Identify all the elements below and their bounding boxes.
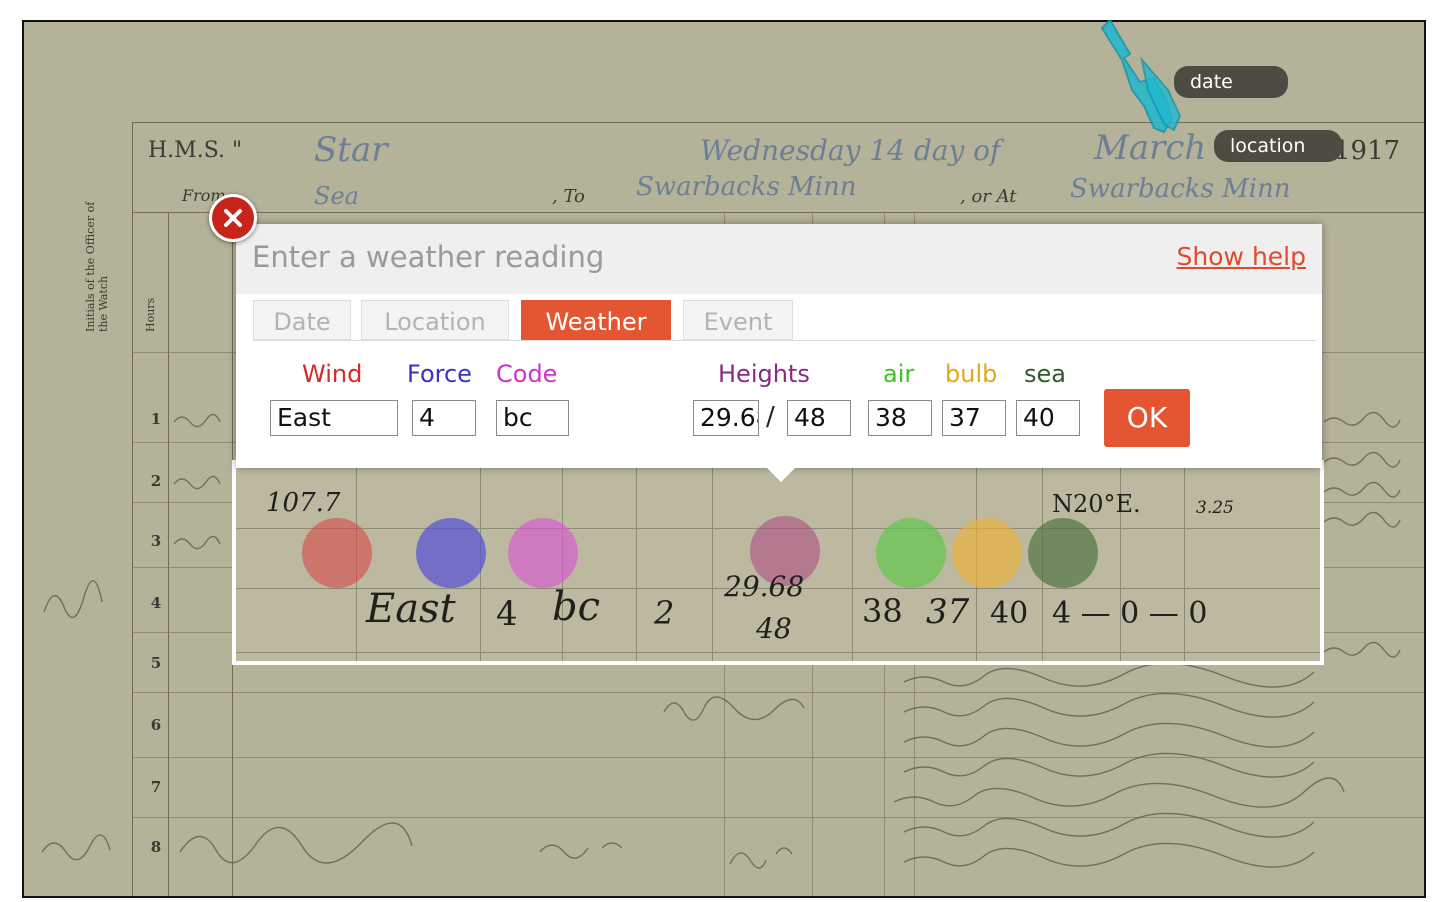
dialog-header: Enter a weather reading Show help	[236, 224, 1322, 294]
tab-date[interactable]: Date	[253, 300, 351, 340]
strip-value: 48	[756, 612, 792, 645]
ok-button[interactable]: OK	[1104, 389, 1190, 447]
strip-value: 4 — 0 — 0	[1052, 596, 1208, 631]
bulb-input[interactable]: 37	[942, 400, 1006, 436]
sea-marker	[1028, 518, 1098, 588]
close-button[interactable]	[209, 194, 257, 242]
zoomed-log-row: 107.7 N20°E. 3.25 East 4 bc 2 29.68 48 3…	[232, 460, 1324, 665]
strip-value: 107.7	[266, 488, 341, 518]
force-label: Force	[407, 360, 472, 388]
force-marker	[416, 518, 486, 588]
tab-location[interactable]: Location	[361, 300, 509, 340]
wind-label: Wind	[302, 360, 363, 388]
strip-value: 40	[990, 596, 1029, 631]
height-separator: /	[766, 402, 775, 432]
weather-reading-dialog: Enter a weather reading Show help Date L…	[236, 224, 1322, 482]
air-input[interactable]: 38	[868, 400, 932, 436]
strip-value: 4	[496, 594, 518, 634]
heights-label: Heights	[718, 360, 810, 388]
height-2-input[interactable]: 48	[787, 400, 851, 436]
location-tag[interactable]: location	[1214, 130, 1342, 162]
sea-input[interactable]: 40	[1016, 400, 1080, 436]
strip-value: 3.25	[1196, 498, 1234, 518]
air-marker	[876, 518, 946, 588]
code-label: Code	[496, 360, 558, 388]
strip-value: 37	[926, 592, 970, 632]
air-label: air	[883, 360, 915, 388]
strip-value: bc	[552, 584, 601, 630]
date-tag[interactable]: date	[1174, 66, 1288, 98]
close-icon	[224, 209, 242, 227]
sea-label: sea	[1024, 360, 1066, 388]
strip-value: N20°E.	[1052, 490, 1141, 518]
strip-value: 29.68	[724, 570, 805, 603]
show-help-link[interactable]: Show help	[1177, 242, 1306, 271]
dialog-pointer	[767, 468, 795, 482]
force-input[interactable]: 4	[412, 400, 476, 436]
wind-marker	[302, 518, 372, 588]
tab-weather[interactable]: Weather	[521, 300, 671, 340]
strip-value: 38	[862, 592, 903, 630]
height-1-input[interactable]: 29.68	[693, 400, 759, 436]
tabs-divider	[253, 340, 1316, 341]
code-input[interactable]: bc	[496, 400, 569, 436]
code-marker	[508, 518, 578, 588]
dialog-title: Enter a weather reading	[252, 240, 605, 274]
strip-value: East	[366, 586, 456, 632]
bulb-label: bulb	[945, 360, 998, 388]
strip-value: 2	[654, 594, 675, 632]
tab-event[interactable]: Event	[683, 300, 793, 340]
wind-input[interactable]: East	[270, 400, 398, 436]
bulb-marker	[952, 518, 1022, 588]
